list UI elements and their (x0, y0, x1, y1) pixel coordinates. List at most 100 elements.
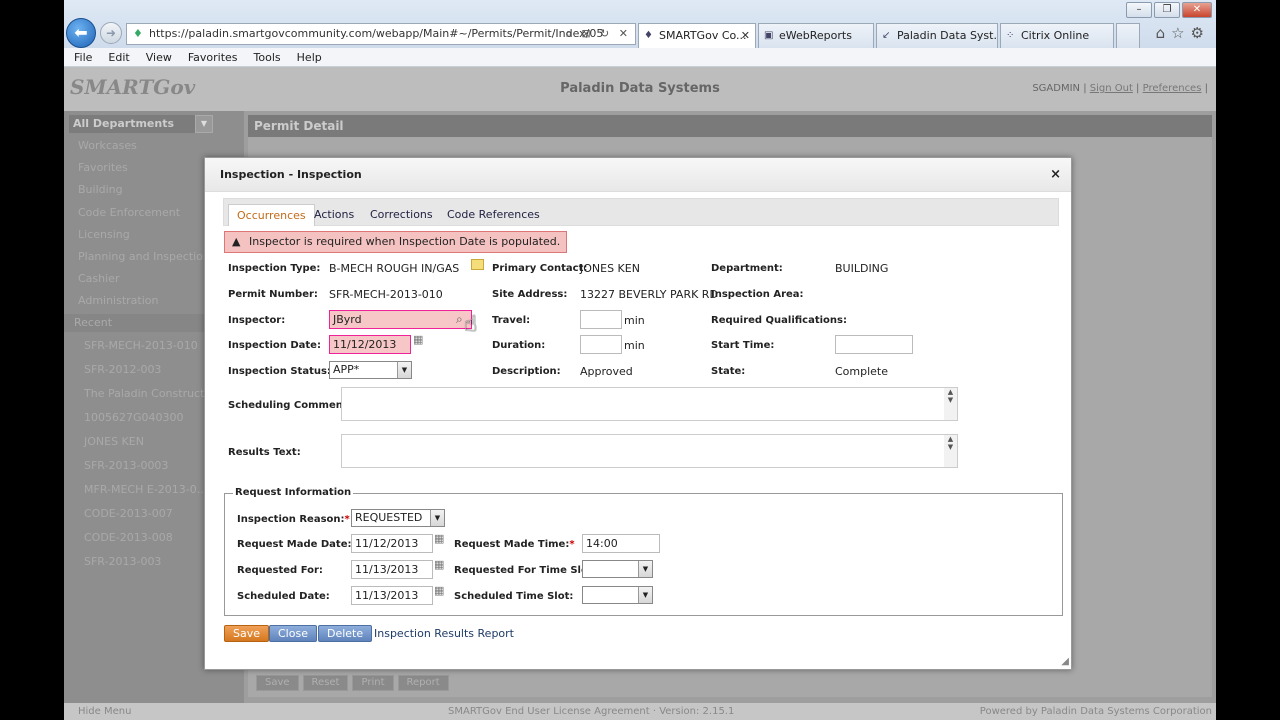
menu-edit[interactable]: Edit (108, 51, 129, 64)
recent-item[interactable]: The Paladin Construct... (84, 387, 215, 400)
inspection-date-input[interactable]: 11/12/2013 (329, 335, 411, 354)
inspection-status-select[interactable]: APP* ▼ (329, 361, 412, 379)
preferences-link[interactable]: Preferences (1143, 83, 1202, 94)
travel-min: min (624, 314, 645, 327)
search-refresh-stop-icons[interactable]: ⌕ ⊠ ↻ ✕ (566, 24, 631, 44)
duration-input[interactable] (580, 335, 622, 354)
required-qualifications-label: Required Qualifications: (711, 315, 848, 326)
browser-tab-ewebreports[interactable]: ▣ eWebReports (758, 23, 874, 48)
recent-item[interactable]: SFR-MECH-2013-010 (84, 339, 198, 352)
requested-for-time-slot-select[interactable]: ▼ (582, 560, 653, 578)
inspector-input[interactable]: JByrd (329, 310, 472, 329)
inspection-results-report-link[interactable]: Inspection Results Report (374, 627, 514, 640)
calendar-icon[interactable]: ▦ (434, 558, 444, 571)
delete-button[interactable]: Delete (318, 625, 373, 642)
hide-menu-link[interactable]: Hide Menu (78, 703, 131, 720)
hand-cursor-icon: ☝ (464, 312, 478, 337)
recent-item[interactable]: JONES KEN (84, 435, 144, 448)
requested-for-input[interactable]: 11/13/2013 (351, 560, 433, 579)
recent-item[interactable]: SFR-2013-0003 (84, 459, 168, 472)
tab-actions[interactable]: Actions (306, 204, 362, 227)
close-icon[interactable]: × (1050, 167, 1061, 182)
restore-icon[interactable]: ❐ (1154, 2, 1180, 18)
tab-occurrences[interactable]: Occurrences (228, 204, 315, 227)
menu-file[interactable]: File (74, 51, 92, 64)
sign-out-link[interactable]: Sign Out (1090, 83, 1133, 94)
scheduling-comment-textarea[interactable]: ▲ ▼ (341, 387, 958, 421)
sidebar-item[interactable]: Building (78, 183, 123, 196)
scrollbar[interactable]: ▲ ▼ (944, 388, 957, 420)
sidebar-item[interactable]: Workcases (78, 139, 137, 152)
browser-tab-paladin[interactable]: ↙ Paladin Data Syst... (876, 23, 998, 48)
save-button[interactable]: Save (224, 625, 270, 642)
recent-item[interactable]: SFR-2012-003 (84, 363, 161, 376)
url-text: https://paladin.smartgovcommunity.com/we… (149, 27, 604, 40)
department-label: Department: (711, 263, 783, 274)
close-window-icon[interactable]: ✕ (1182, 2, 1212, 18)
app-footer: Hide Menu SMARTGov End User License Agre… (64, 703, 1216, 720)
menu-favorites[interactable]: Favorites (188, 51, 238, 64)
primary-contact-value: JONES KEN (580, 262, 640, 275)
state-value: Complete (835, 365, 889, 378)
request-made-time-label: Request Made Time:* (454, 539, 575, 550)
address-bar[interactable]: ♦ https://paladin.smartgovcommunity.com/… (126, 23, 636, 45)
site-address-value: 13227 BEVERLY PARK RD (580, 288, 718, 301)
calendar-icon[interactable]: ▦ (434, 532, 444, 545)
calendar-icon[interactable]: ▦ (434, 584, 444, 597)
travel-input[interactable] (580, 310, 622, 329)
scheduled-time-slot-select[interactable]: ▼ (582, 586, 653, 604)
note-icon[interactable] (471, 259, 484, 270)
inspector-label: Inspector: (228, 315, 286, 326)
minimize-icon[interactable]: – (1126, 2, 1152, 18)
sidebar-item[interactable]: Favorites (78, 161, 128, 174)
sidebar-item[interactable]: Administration (78, 294, 159, 307)
duration-label: Duration: (492, 340, 546, 351)
calendar-icon[interactable]: ▦ (413, 333, 423, 346)
bg-reset-button: Reset (302, 675, 349, 691)
browser-tab-citrix[interactable]: ⁘ Citrix Online (1000, 23, 1114, 48)
menu-tools[interactable]: Tools (254, 51, 281, 64)
resize-handle-icon[interactable]: ◢ (1061, 656, 1069, 667)
results-text-label: Results Text: (228, 447, 301, 458)
request-made-date-label: Request Made Date:* (237, 539, 357, 550)
inspection-reason-select[interactable]: REQUESTED ▼ (351, 509, 445, 527)
tab-close-icon[interactable]: ✕ (741, 24, 750, 47)
new-tab-button[interactable] (1116, 23, 1140, 48)
menu-help[interactable]: Help (297, 51, 322, 64)
menu-view[interactable]: View (146, 51, 172, 64)
recent-item[interactable]: SFR-2013-003 (84, 555, 161, 568)
scheduling-comment-label: Scheduling Comment: (228, 400, 352, 411)
tab-corrections[interactable]: Corrections (362, 204, 441, 227)
forward-button[interactable]: ➜ (100, 22, 122, 44)
chevron-down-icon[interactable]: ▼ (638, 587, 652, 603)
chevron-down-icon[interactable]: ▼ (638, 561, 652, 577)
inspection-date-label: Inspection Date: (228, 340, 321, 351)
home-favorites-settings-icons[interactable]: ⌂☆⚙ (1156, 24, 1210, 42)
sidebar-item[interactable]: Planning and Inspections (78, 250, 216, 263)
results-text-textarea[interactable]: ▲ ▼ (341, 434, 958, 468)
sidebar-item[interactable]: Code Enforcement (78, 206, 180, 219)
recent-item[interactable]: CODE-2013-007 (84, 507, 173, 520)
browser-tab-smartgov[interactable]: ♦ SMARTGov Co... ✕ (638, 23, 756, 48)
close-button[interactable]: Close (269, 625, 317, 642)
app-header: SMARTGov Paladin Data Systems SGADMIN | … (64, 67, 1216, 111)
chevron-down-icon[interactable]: ▼ (397, 362, 411, 378)
scrollbar[interactable]: ▲ ▼ (944, 435, 957, 467)
back-button[interactable]: ⬅ (66, 18, 96, 48)
department-select[interactable]: All Departments (69, 115, 213, 133)
bg-report-button: Report (397, 675, 449, 691)
site-icon: ♦ (133, 27, 143, 40)
start-time-input[interactable] (835, 335, 913, 354)
scheduled-date-input[interactable]: 11/13/2013 (351, 586, 433, 605)
chevron-down-icon[interactable]: ▼ (195, 115, 213, 133)
sidebar-item[interactable]: Licensing (78, 228, 130, 241)
tab-code-references[interactable]: Code References (439, 204, 548, 227)
request-made-time-input[interactable]: 14:00 (582, 534, 660, 553)
search-icon[interactable]: ⌕ (456, 312, 463, 327)
chevron-down-icon[interactable]: ▼ (430, 510, 444, 526)
request-made-date-input[interactable]: 11/12/2013 (351, 534, 433, 553)
recent-item[interactable]: CODE-2013-008 (84, 531, 173, 544)
recent-item[interactable]: 1005627G040300 (84, 411, 184, 424)
recent-item[interactable]: MFR-MECH E-2013-0... (84, 483, 207, 496)
sidebar-item[interactable]: Cashier (78, 272, 119, 285)
